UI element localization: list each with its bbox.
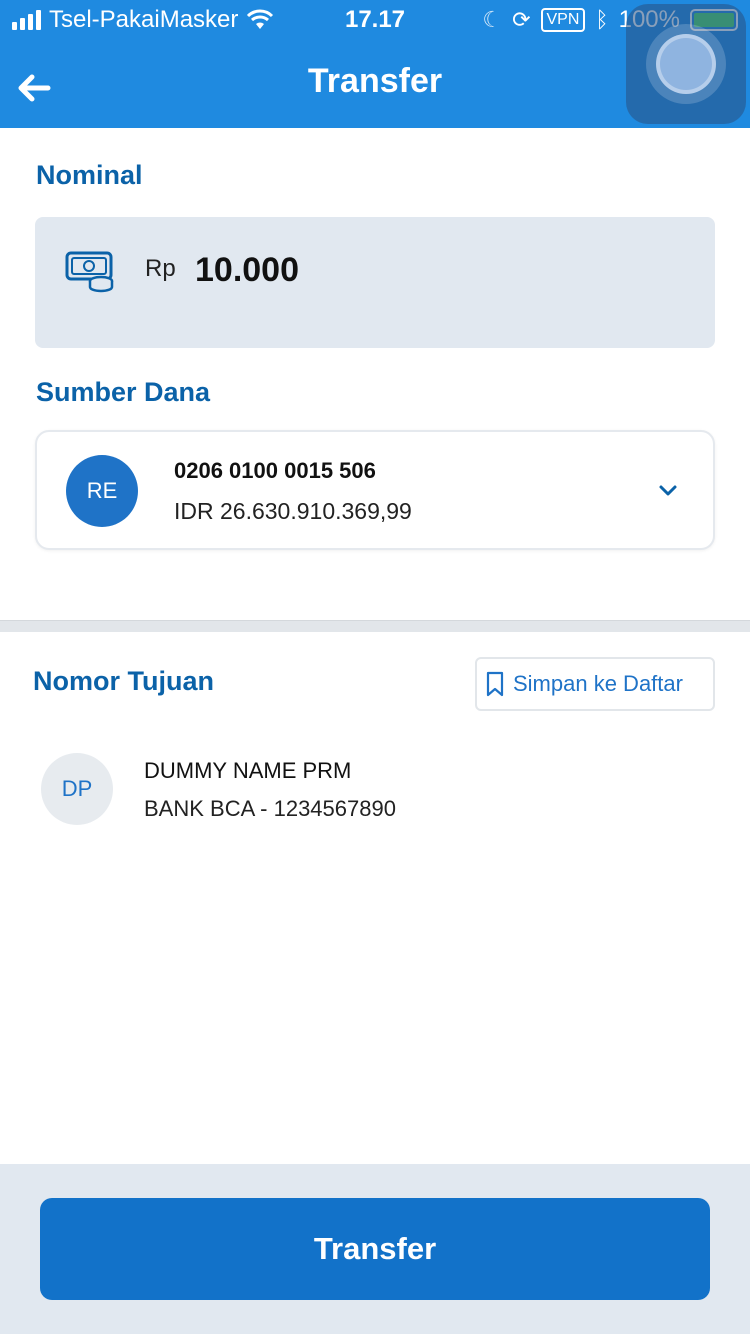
transfer-button[interactable]: Transfer	[40, 1198, 710, 1300]
account-number: 0206 0100 0015 506	[174, 458, 376, 483]
amount-value: 10.000	[195, 251, 299, 289]
destination-label: Nomor Tujuan	[33, 666, 214, 696]
chevron-down-icon[interactable]	[657, 482, 679, 498]
app-header: Tsel-PakaiMasker 17.17 ☾ ⟳ VPN ᛒ 100% Tr…	[0, 0, 750, 128]
section-divider	[0, 620, 750, 632]
money-icon	[65, 251, 114, 293]
account-balance: IDR 26.630.910.369,99	[174, 498, 412, 524]
destination-avatar: DP	[41, 753, 113, 825]
destination-bank-account: BANK BCA - 1234567890	[144, 796, 396, 821]
save-to-list-button[interactable]: Simpan ke Daftar	[475, 657, 715, 711]
currency-label: Rp	[145, 255, 176, 282]
nominal-label: Nominal	[36, 160, 143, 190]
bluetooth-icon: ᛒ	[595, 7, 609, 32]
moon-icon: ☾	[482, 7, 503, 32]
nominal-field[interactable]: Rp 10.000	[35, 217, 715, 348]
destination-name: DUMMY NAME PRM	[144, 758, 352, 783]
assistive-touch-button[interactable]	[626, 4, 746, 124]
source-label: Sumber Dana	[36, 377, 211, 407]
bookmark-icon	[486, 671, 504, 697]
save-to-list-label: Simpan ke Daftar	[513, 671, 683, 696]
source-account-selector[interactable]: RE 0206 0100 0015 506 IDR 26.630.910.369…	[35, 430, 715, 550]
vpn-badge: VPN	[540, 8, 586, 32]
source-avatar: RE	[66, 455, 138, 527]
rotation-lock-icon: ⟳	[512, 7, 531, 32]
